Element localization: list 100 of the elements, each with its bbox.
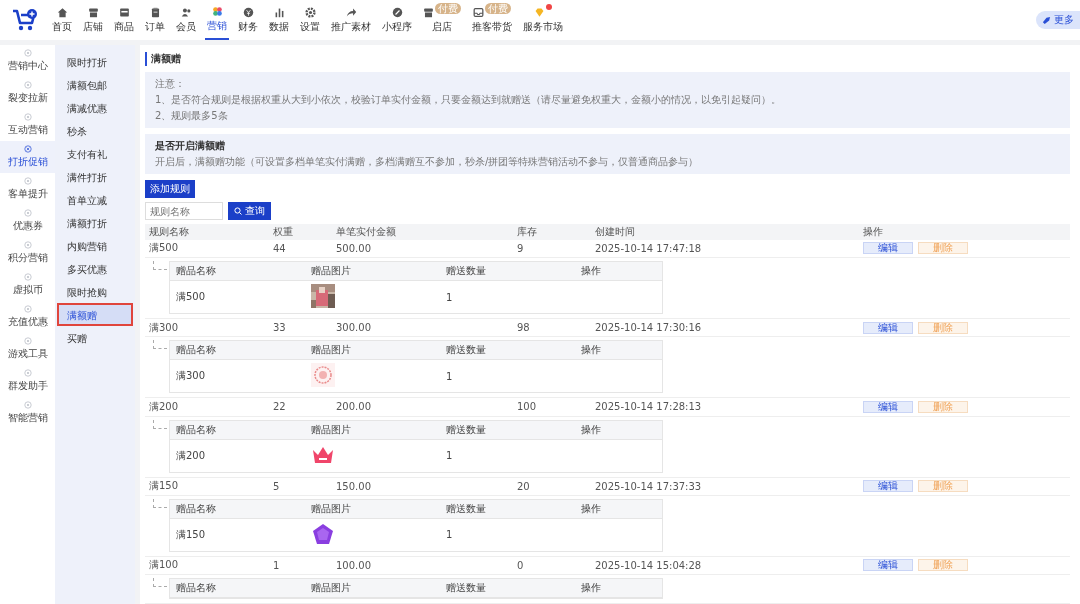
edit-button[interactable]: 编辑 bbox=[863, 321, 913, 334]
search-button[interactable]: 查询 bbox=[228, 202, 271, 220]
nav-tab[interactable]: 营销 bbox=[205, 0, 229, 40]
circle-icon bbox=[22, 273, 33, 281]
column-header: 赠送数量 bbox=[445, 422, 487, 437]
nav-tab[interactable]: 财务 bbox=[236, 0, 260, 40]
settings-icon bbox=[304, 6, 316, 18]
add-rule-button[interactable]: 添加规则 bbox=[145, 180, 195, 198]
home-icon bbox=[56, 6, 68, 18]
table-cell-text: 22 bbox=[272, 401, 287, 413]
submenu-item[interactable]: 满减优惠 bbox=[57, 96, 133, 119]
column-header: 赠品图片 bbox=[310, 422, 352, 437]
circle-icon bbox=[22, 81, 33, 89]
more-button[interactable]: 更多 bbox=[1036, 11, 1080, 29]
circle-icon bbox=[22, 305, 33, 313]
table-cell-text: 44 bbox=[272, 242, 287, 254]
submenu-item[interactable]: 满额赠 bbox=[57, 303, 133, 326]
table-cell-text: 满100 bbox=[148, 558, 180, 573]
nav-tab[interactable]: 数据 bbox=[267, 0, 291, 40]
circle-icon bbox=[22, 145, 33, 153]
submenu-item[interactable]: 首单立减 bbox=[57, 188, 133, 211]
submenu-item[interactable]: 满件打折 bbox=[57, 165, 133, 188]
table-cell-text: 300.00 bbox=[335, 322, 372, 334]
coin-icon bbox=[242, 6, 254, 18]
notice-line: 1、是否符合规则是根据权重从大到小依次，校验订单实付金额，只要金额达到就赠送（请尽量避免权重大，金额小的情况，以免引起疑问）。 bbox=[155, 93, 783, 107]
column-header: 操作 bbox=[580, 343, 602, 358]
column-header: 操作 bbox=[580, 264, 602, 279]
clipboard-icon bbox=[149, 6, 161, 18]
submenu-item[interactable]: 内购营销 bbox=[57, 234, 133, 257]
nav-tab[interactable]: 会员 bbox=[174, 0, 198, 40]
sidebar-item[interactable]: 打折促销 bbox=[0, 141, 55, 173]
panel-description: 开启后，满额赠功能（可设置多档单笔实付满赠，多档满赠互不参加，秒杀/拼团等特殊营销活动不参与，仅普通商品参与） bbox=[155, 155, 700, 169]
tray-icon bbox=[473, 6, 484, 18]
rule-name-field[interactable]: 规则名称 bbox=[145, 202, 223, 220]
share-arrow-icon bbox=[345, 6, 357, 18]
column-header: 赠品名称 bbox=[175, 343, 217, 358]
submenu-item[interactable]: 限时抢购 bbox=[57, 280, 133, 303]
edit-button[interactable]: 编辑 bbox=[863, 242, 913, 255]
column-header: 赠送数量 bbox=[445, 343, 487, 358]
table-cell-text: 500.00 bbox=[335, 242, 372, 254]
column-header: 赠品名称 bbox=[175, 501, 217, 516]
panel-title: 是否开启满额赠 bbox=[155, 139, 226, 153]
nav-tab[interactable]: 首页 bbox=[50, 0, 74, 40]
table-cell-text: 1 bbox=[272, 559, 281, 571]
nav-tab[interactable]: 商品 bbox=[112, 0, 136, 40]
paid-badge: 付费 bbox=[435, 2, 461, 14]
nav-tab[interactable]: 付费 启店 bbox=[421, 0, 463, 40]
column-header: 赠品图片 bbox=[310, 580, 352, 595]
submenu-item[interactable]: 满额包邮 bbox=[57, 73, 133, 96]
table-cell-text: 150.00 bbox=[335, 480, 372, 492]
cart-logo-icon[interactable] bbox=[12, 8, 38, 32]
submenu-item[interactable]: 限时打折 bbox=[57, 50, 133, 73]
table-cell-text: 2025-10-14 17:30:16 bbox=[594, 322, 703, 334]
table-cell-text: 2025-10-14 17:37:33 bbox=[594, 480, 703, 492]
table-cell-text: 1 bbox=[445, 450, 454, 461]
table-cell-text: 满200 bbox=[175, 448, 207, 463]
circle-icon bbox=[22, 337, 33, 345]
submenu-item[interactable]: 满额打折 bbox=[57, 211, 133, 234]
table-cell-text: 2025-10-14 15:04:28 bbox=[594, 559, 703, 571]
bar-chart-icon bbox=[273, 6, 285, 18]
diamond-icon bbox=[534, 6, 545, 18]
table-cell-text: 1 bbox=[445, 291, 454, 303]
submenu-item[interactable]: 多买优惠 bbox=[57, 257, 133, 280]
pentagon-icon bbox=[311, 521, 335, 546]
table-cell-text: 100.00 bbox=[335, 559, 372, 571]
nav-tab[interactable]: 订单 bbox=[143, 0, 167, 40]
nav-tab[interactable]: 店铺 bbox=[81, 0, 105, 40]
submenu-item[interactable]: 买赠 bbox=[57, 326, 133, 349]
table-cell-text: 满300 bbox=[148, 320, 180, 335]
circle-icon bbox=[22, 49, 33, 57]
submenu-item[interactable]: 秒杀 bbox=[57, 119, 133, 142]
nav-tab[interactable]: 推广素材 bbox=[329, 0, 373, 40]
table-cell-text: 2025-10-14 17:47:18 bbox=[594, 242, 703, 254]
submenu-item[interactable]: 支付有礼 bbox=[57, 142, 133, 165]
notice-title: 注意： bbox=[155, 77, 186, 91]
table-cell-text: 5 bbox=[272, 480, 281, 492]
circle-icon bbox=[22, 241, 33, 249]
column-header: 赠送数量 bbox=[445, 580, 487, 595]
table-cell-text: 满200 bbox=[148, 399, 180, 414]
nav-tab[interactable]: 付费 推客带货 bbox=[470, 0, 514, 40]
paid-badge: 付费 bbox=[485, 2, 511, 14]
circle-icon bbox=[22, 209, 33, 217]
nav-tab[interactable]: 设置 bbox=[298, 0, 322, 40]
table-cell-text: 1 bbox=[445, 370, 454, 382]
petals-icon bbox=[211, 5, 223, 17]
column-header: 赠品图片 bbox=[310, 501, 352, 516]
edit-button[interactable]: 编辑 bbox=[863, 559, 913, 572]
seal-icon bbox=[311, 363, 335, 388]
column-header: 操作 bbox=[580, 422, 602, 437]
table-cell-text: 满300 bbox=[175, 369, 207, 384]
column-header: 操作 bbox=[580, 501, 602, 516]
column-header: 操作 bbox=[862, 224, 884, 239]
table-cell-text: 200.00 bbox=[335, 401, 372, 413]
edit-button[interactable]: 编辑 bbox=[863, 400, 913, 413]
table-cell-text: 100 bbox=[516, 401, 538, 413]
table-cell-text: 1 bbox=[445, 529, 454, 541]
edit-button[interactable]: 编辑 bbox=[863, 480, 913, 493]
nav-tab[interactable]: 服务市场 bbox=[521, 0, 565, 40]
circle-icon bbox=[22, 401, 33, 409]
nav-tab[interactable]: 小程序 bbox=[380, 0, 414, 40]
